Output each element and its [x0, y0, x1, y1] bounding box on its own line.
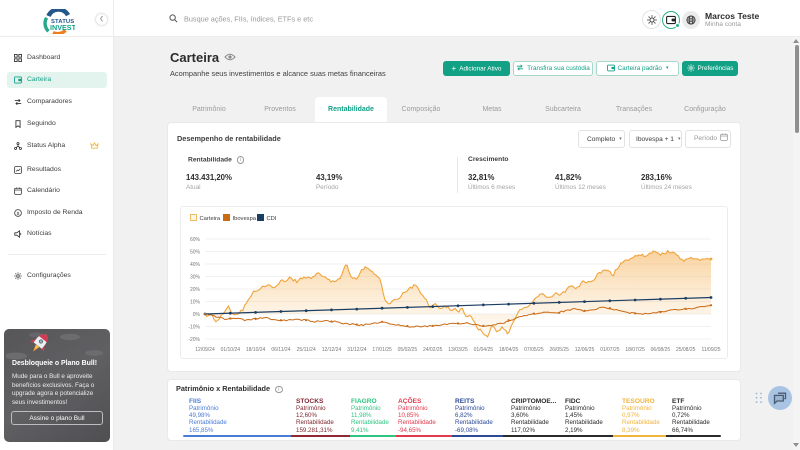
svg-text:13/03/25: 13/03/25 — [448, 347, 468, 353]
svg-text:12/06/25: 12/06/25 — [575, 347, 595, 353]
svg-text:0%: 0% — [193, 312, 201, 318]
svg-text:10%: 10% — [190, 299, 201, 305]
svg-text:01/10/24: 01/10/24 — [221, 347, 241, 353]
svg-text:26/05/25: 26/05/25 — [549, 347, 569, 353]
svg-text:-10%: -10% — [188, 324, 200, 330]
svg-text:01/07/25: 01/07/25 — [600, 347, 620, 353]
svg-text:50%: 50% — [190, 249, 201, 255]
svg-text:$: $ — [17, 210, 20, 216]
svg-text:30%: 30% — [190, 274, 201, 280]
svg-text:31/12/24: 31/12/24 — [347, 347, 367, 353]
svg-text:18/10/24: 18/10/24 — [246, 347, 266, 353]
svg-text:INVEST: INVEST — [50, 23, 75, 32]
svg-text:18/07/25: 18/07/25 — [625, 347, 645, 353]
svg-text:01/04/25: 01/04/25 — [474, 347, 494, 353]
svg-text:12/12/24: 12/12/24 — [322, 347, 342, 353]
svg-text:20%: 20% — [190, 287, 201, 293]
svg-text:40%: 40% — [190, 262, 201, 268]
svg-text:11/09/25: 11/09/25 — [701, 347, 720, 353]
svg-text:06/08/25: 06/08/25 — [651, 347, 671, 353]
svg-text:25/11/24: 25/11/24 — [297, 347, 316, 353]
svg-text:24/02/25: 24/02/25 — [423, 347, 443, 353]
svg-text:07/05/25: 07/05/25 — [524, 347, 544, 353]
svg-text:05/02/25: 05/02/25 — [398, 347, 418, 353]
svg-text:18/04/25: 18/04/25 — [499, 347, 519, 353]
svg-text:25/08/25: 25/08/25 — [676, 347, 696, 353]
svg-text:60%: 60% — [190, 237, 201, 243]
svg-text:06/11/24: 06/11/24 — [271, 347, 290, 353]
svg-text:-20%: -20% — [188, 337, 200, 343]
svg-text:17/01/25: 17/01/25 — [372, 347, 392, 353]
svg-text:12/09/24: 12/09/24 — [195, 347, 215, 353]
